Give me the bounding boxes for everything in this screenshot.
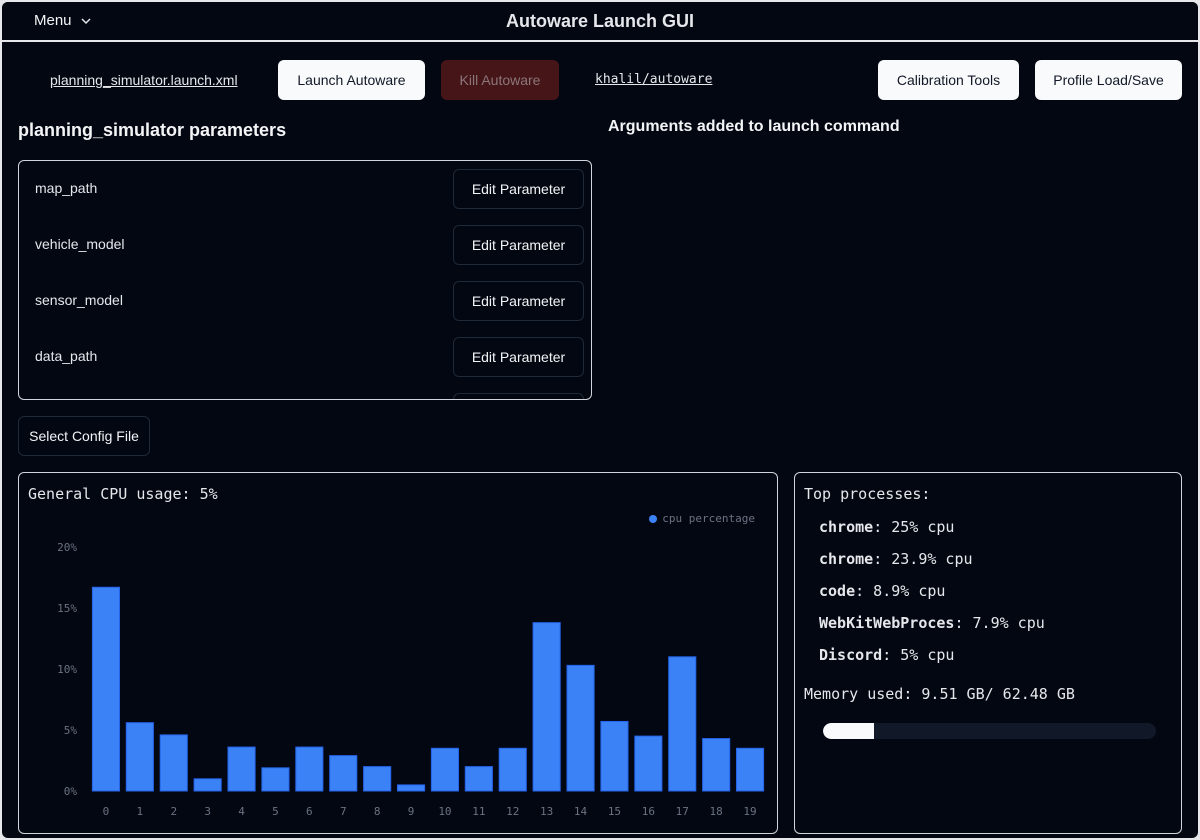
x-tick-label: 19	[743, 805, 756, 818]
launch-autoware-button[interactable]: Launch Autoware	[278, 60, 425, 100]
x-tick-label: 9	[408, 805, 415, 818]
edit-parameter-button[interactable]	[453, 393, 584, 399]
edit-parameter-button[interactable]: Edit Parameter	[453, 225, 584, 265]
process-name: WebKitWebProces	[819, 614, 955, 632]
y-tick-label: 5%	[64, 724, 78, 737]
arguments-title: Arguments added to launch command	[608, 118, 900, 135]
cpu-bar	[91, 586, 121, 792]
cpu-bar	[464, 766, 493, 792]
edit-parameter-button[interactable]: Edit Parameter	[453, 281, 584, 321]
x-tick-label: 11	[472, 805, 485, 818]
profile-load-save-button[interactable]: Profile Load/Save	[1035, 60, 1182, 100]
x-tick-label: 7	[340, 805, 347, 818]
cpu-bar-chart: 0%5%10%15%20%0 1 2 3 4 5 6 7 8 9 10 11 12 13 14 15 16 17 1…	[57, 541, 765, 818]
x-tick-label: 15	[608, 805, 621, 818]
cpu-bar	[566, 664, 595, 792]
cpu-bar	[159, 734, 188, 792]
cpu-bar	[295, 746, 324, 792]
edit-parameter-button[interactable]: Edit Parameter	[453, 169, 584, 209]
cpu-bar	[261, 767, 290, 792]
x-tick-label: 6	[306, 805, 313, 818]
cpu-bar	[532, 622, 561, 792]
x-tick-label: 10	[438, 805, 451, 818]
launch-file-link[interactable]: planning_simulator.launch.xml	[50, 72, 238, 88]
x-tick-label: 18	[710, 805, 723, 818]
cpu-bar	[702, 738, 731, 792]
x-tick-label: 5	[272, 805, 279, 818]
process-list: chrome: 25% cpu chrome: 23.9% cpu code: …	[819, 517, 1045, 677]
kill-autoware-button[interactable]: Kill Autoware	[441, 60, 559, 100]
edit-parameter-button[interactable]: Edit Parameter	[453, 337, 584, 377]
process-name: chrome	[819, 550, 874, 568]
app-title: Autoware Launch GUI	[505, 11, 694, 31]
parameter-row: sensor_model Edit Parameter	[19, 281, 591, 321]
cpu-bar	[125, 722, 154, 792]
x-tick-label: 17	[676, 805, 689, 818]
process-item: code: 8.9% cpu	[819, 581, 1045, 613]
x-tick-label: 2	[170, 805, 177, 818]
x-tick-label: 14	[574, 805, 588, 818]
x-tick-label: 1	[137, 805, 144, 818]
process-cpu: : 8.9% cpu	[855, 582, 946, 600]
parameter-name: map_path	[35, 180, 98, 196]
select-config-file-button[interactable]: Select Config File	[18, 416, 150, 456]
process-item: Discord: 5% cpu	[819, 645, 1045, 677]
cpu-bar	[600, 720, 629, 792]
process-cpu: : 25% cpu	[873, 518, 955, 536]
x-tick-label: 13	[540, 805, 553, 818]
y-tick-label: 20%	[57, 541, 77, 554]
app-window: Menu Autoware Launch GUI planning_simula…	[2, 2, 1198, 838]
cpu-bar	[193, 778, 222, 792]
x-tick-label: 12	[506, 805, 519, 818]
y-tick-label: 10%	[57, 663, 77, 676]
cpu-usage-panel: General CPU usage: 5% cpu percentage 0% 5…	[18, 472, 778, 834]
process-name: Discord	[819, 646, 883, 664]
cpu-bar	[668, 656, 697, 792]
process-item: chrome: 23.9% cpu	[819, 549, 1045, 581]
y-tick-label: 15%	[57, 602, 77, 615]
process-cpu: : 23.9% cpu	[873, 550, 973, 568]
parameter-row: map_path Edit Parameter	[19, 169, 591, 209]
parameter-name: data_path	[35, 348, 98, 364]
x-tick-label: 8	[374, 805, 381, 818]
top-processes-panel: Top processes: chrome: 25% cpu chrome: 2…	[794, 472, 1182, 834]
top-processes-title: Top processes:	[804, 485, 931, 503]
cpu-bar	[498, 747, 527, 792]
parameters-title: planning_simulator parameters	[18, 120, 287, 140]
cpu-bar	[329, 755, 358, 792]
parameter-row: vehicle_model Edit Parameter	[19, 225, 591, 265]
x-tick-label: 0	[103, 805, 110, 818]
parameter-name: sensor_model	[35, 292, 123, 308]
process-name: code	[819, 582, 856, 600]
parameter-row: data_path Edit Parameter	[19, 337, 591, 377]
cpu-bar	[227, 746, 256, 792]
cpu-bar	[430, 747, 460, 792]
process-cpu: : 5% cpu	[882, 646, 955, 664]
process-item: chrome: 25% cpu	[819, 517, 1045, 549]
cpu-bar	[363, 766, 392, 792]
process-item: WebKitWebProces: 7.9% cpu	[819, 613, 1045, 645]
calibration-tools-button[interactable]: Calibration Tools	[878, 60, 1019, 100]
process-name: chrome	[819, 518, 874, 536]
cpu-bar	[634, 735, 663, 792]
parameters-list[interactable]: map_path Edit Parameter vehicle_model Ed…	[18, 160, 592, 400]
x-tick-label: 3	[204, 805, 211, 818]
parameter-name: vehicle_model	[35, 236, 125, 252]
memory-used-text: Memory used: 9.51 GB/ 62.48 GB	[804, 685, 1075, 703]
cpu-bar	[396, 784, 426, 792]
parameter-row-partial	[19, 393, 591, 399]
repo-link[interactable]: khalil/autoware	[595, 72, 712, 87]
cpu-bar	[735, 747, 765, 792]
x-tick-label: 4	[238, 805, 245, 818]
memory-progress-fill	[823, 723, 874, 739]
top-bar: Menu Autoware Launch GUI	[2, 2, 1198, 42]
x-tick-label: 16	[642, 805, 655, 818]
memory-progress-bar	[823, 723, 1156, 739]
process-cpu: : 7.9% cpu	[954, 614, 1045, 632]
y-tick-label: 0%	[64, 785, 78, 798]
